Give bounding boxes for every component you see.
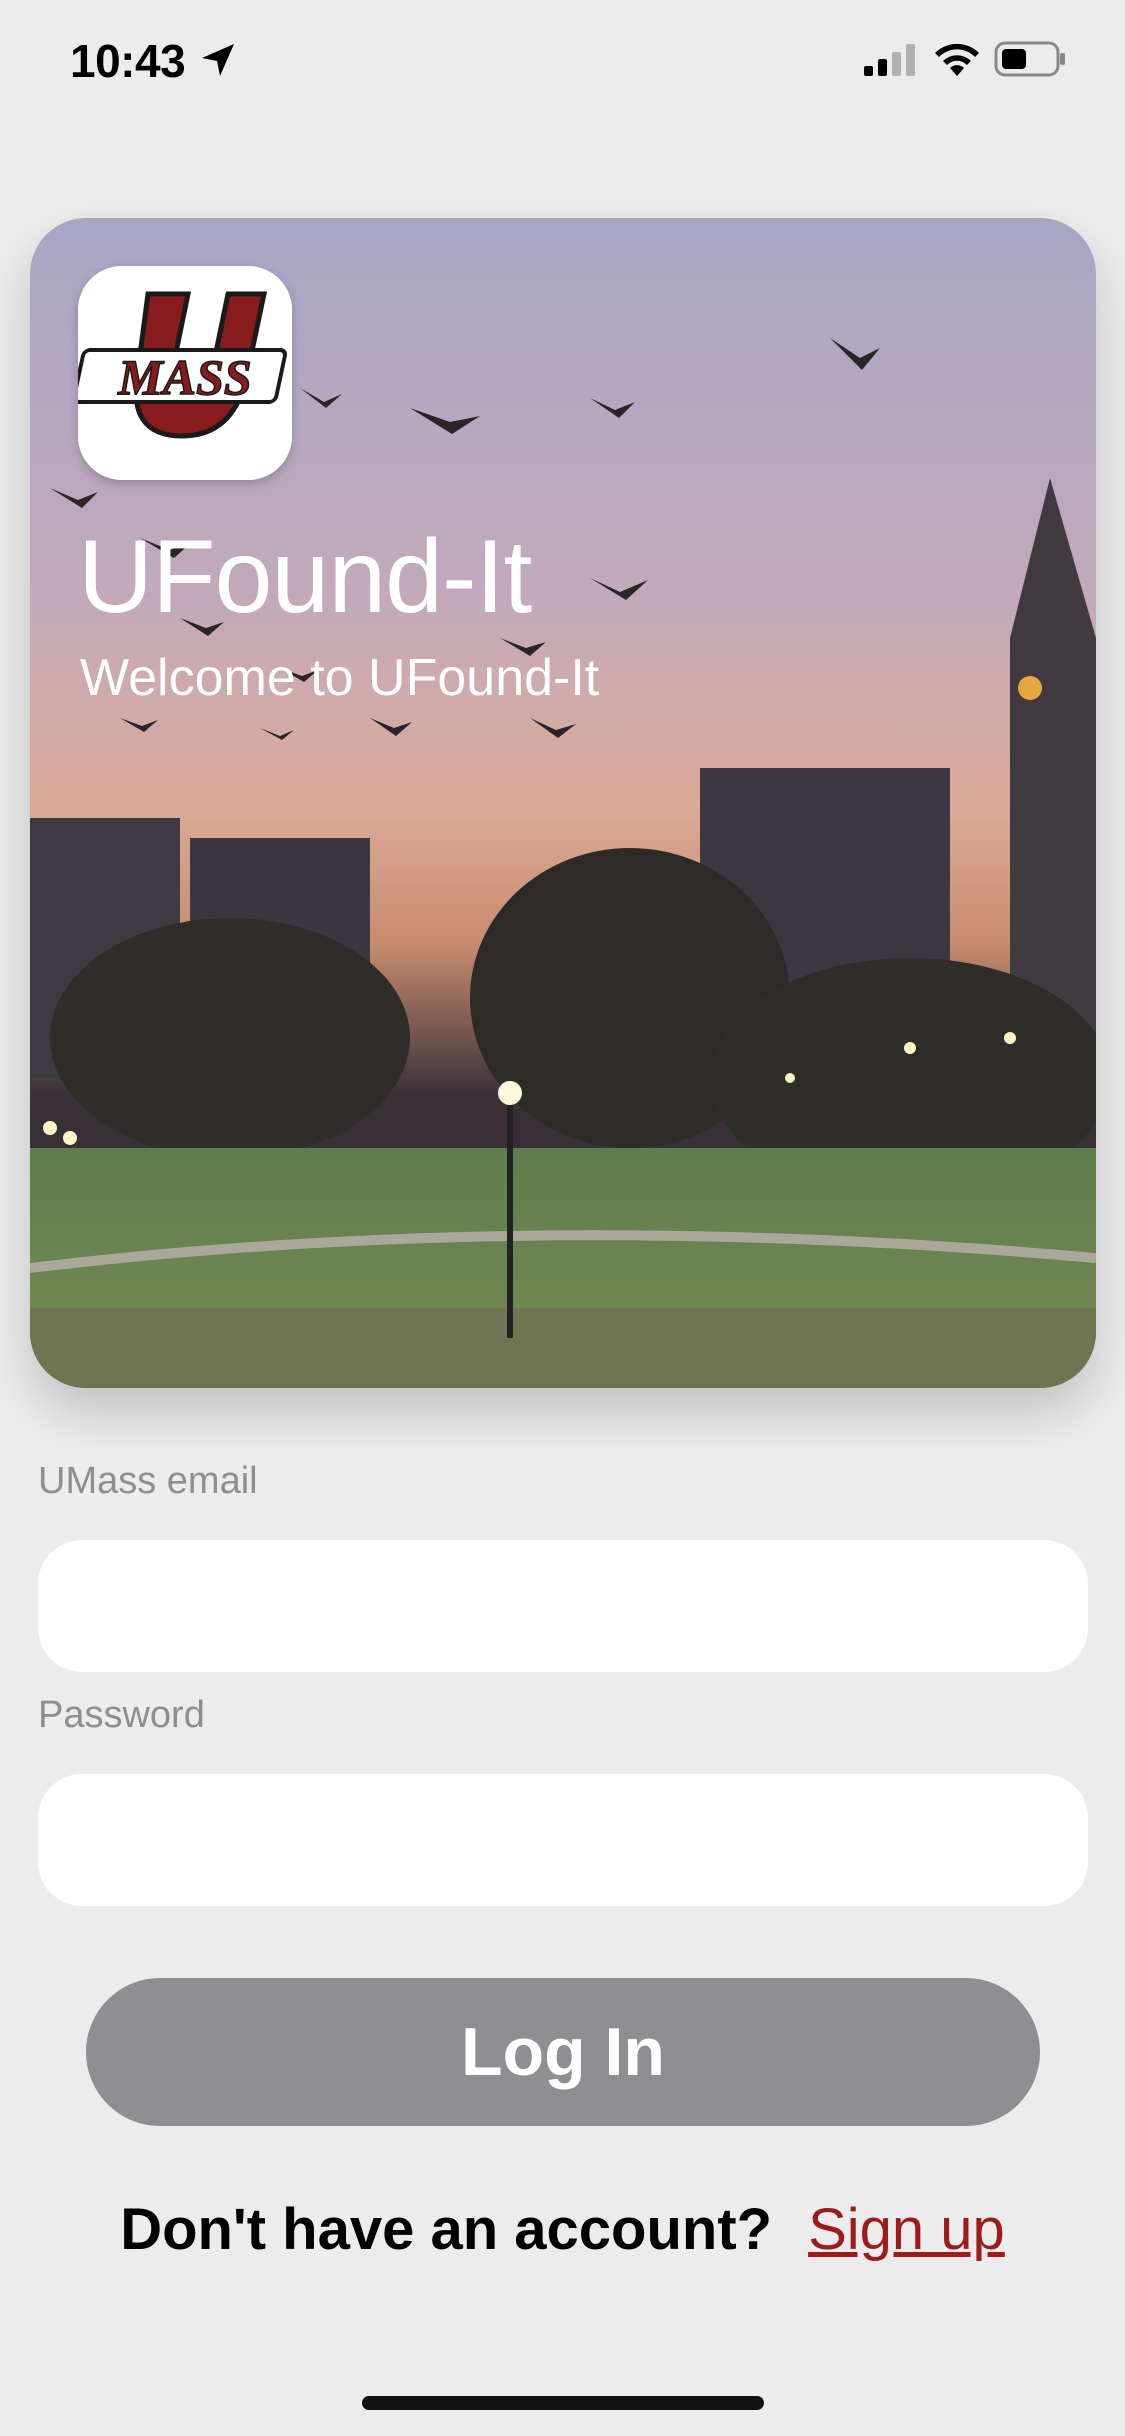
status-bar: 10:43: [0, 0, 1125, 120]
umass-logo-icon: MASS: [78, 266, 292, 480]
app-subtitle: Welcome to UFound-It: [80, 649, 600, 707]
password-label: Password: [38, 1694, 205, 1736]
signup-link[interactable]: Sign up: [808, 2197, 1005, 2262]
wifi-icon: [935, 43, 979, 76]
battery-icon: [994, 41, 1065, 77]
location-arrow-icon: [202, 44, 234, 76]
umass-logo: MASS: [78, 266, 292, 480]
umass-logo-text: MASS: [117, 349, 251, 405]
login-button[interactable]: Log In: [86, 1978, 1040, 2126]
hero-card: MASS UFound-It Welcome to UFound-It: [30, 218, 1096, 1388]
signup-prompt: Don't have an account?: [120, 2197, 773, 2262]
cellular-signal-icon: [864, 44, 915, 76]
home-indicator[interactable]: [362, 2396, 764, 2410]
email-label: UMass email: [38, 1460, 258, 1502]
login-screen: 10:43 MASS UFound-It Welcome to UFound-I…: [0, 0, 1125, 2436]
app-title: UFound-It: [78, 519, 532, 635]
signup-row: Don't have an account? Sign up: [0, 2196, 1125, 2263]
email-field[interactable]: [38, 1540, 1088, 1672]
status-time: 10:43: [70, 35, 186, 87]
password-field[interactable]: [38, 1774, 1088, 1906]
